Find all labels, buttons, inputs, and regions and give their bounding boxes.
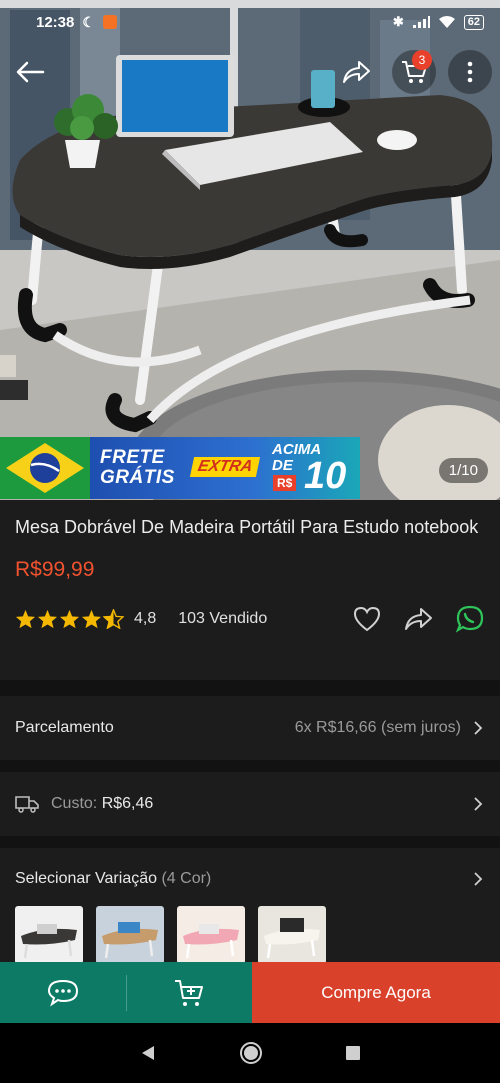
rating-stars xyxy=(15,609,124,629)
moon-icon: ☾ xyxy=(82,13,95,30)
heart-icon[interactable] xyxy=(353,606,381,632)
more-options-button[interactable] xyxy=(448,50,492,94)
status-bar: 12:38 ☾ ✱ 62 xyxy=(0,0,500,44)
shipping-label: Custo: xyxy=(51,795,98,812)
add-to-cart-icon xyxy=(175,979,204,1006)
star-icon xyxy=(15,609,36,629)
cart-button[interactable]: 3 xyxy=(392,50,436,94)
signal-icon xyxy=(412,16,430,28)
chevron-right-icon xyxy=(474,721,483,735)
star-icon xyxy=(37,609,58,629)
star-icon xyxy=(81,609,102,629)
installments-row[interactable]: Parcelamento 6x R$16,66 (sem juros) xyxy=(0,696,500,760)
variation-thumbnails xyxy=(15,906,485,964)
share-icon[interactable] xyxy=(403,606,433,632)
shipping-value: R$6,46 xyxy=(101,795,154,812)
star-icon xyxy=(59,609,80,629)
chevron-right-icon xyxy=(474,872,483,886)
installments-value: 6x R$16,66 (sem juros) xyxy=(294,719,461,736)
bottom-action-bar: Compre Agora xyxy=(0,962,500,1023)
variation-thumb-black[interactable] xyxy=(15,906,83,964)
chevron-right-icon xyxy=(474,797,483,811)
chat-icon xyxy=(47,979,78,1006)
nav-back-icon[interactable] xyxy=(139,1044,157,1062)
product-info: Mesa Dobrável De Madeira Portátil Para E… xyxy=(0,500,500,680)
share-icon xyxy=(343,61,370,83)
buy-now-button[interactable]: Compre Agora xyxy=(252,962,500,1023)
chat-button[interactable] xyxy=(0,962,126,1023)
notification-icon xyxy=(102,15,117,29)
variation-section: Selecionar Variação (4 Cor) xyxy=(0,848,500,964)
shipping-row[interactable]: Custo: R$6,46 xyxy=(0,772,500,836)
product-image-gallery[interactable]: 12:38 ☾ ✱ 62 3 FRETE GRÁTIS EXTRA ACIMA … xyxy=(0,0,500,500)
bluetooth-icon: ✱ xyxy=(392,14,404,29)
back-arrow-icon xyxy=(16,61,45,83)
sold-count: 103 Vendido xyxy=(178,610,268,627)
promo-frete-text: FRETE xyxy=(100,447,165,468)
promo-currency: R$ xyxy=(273,475,297,491)
installments-label: Parcelamento xyxy=(15,719,114,736)
truck-icon xyxy=(15,796,39,813)
nav-home-icon[interactable] xyxy=(239,1041,263,1065)
brazil-flag-icon xyxy=(0,437,90,499)
promo-extra-badge: EXTRA xyxy=(189,457,261,477)
free-shipping-banner: FRETE GRÁTIS EXTRA ACIMA DE R$ 10 xyxy=(0,437,360,499)
battery-indicator: 62 xyxy=(463,14,484,30)
share-button[interactable] xyxy=(334,50,378,94)
variation-header[interactable]: Selecionar Variação (4 Cor) xyxy=(15,870,485,888)
variation-thumb-pink[interactable] xyxy=(177,906,245,964)
variation-label: Selecionar Variação xyxy=(15,870,158,887)
image-counter: 1/10 xyxy=(438,458,488,483)
back-button[interactable] xyxy=(8,50,52,94)
promo-amount: 10 xyxy=(304,455,347,497)
cart-count-badge: 3 xyxy=(412,50,432,70)
promo-gratis-text: GRÁTIS xyxy=(100,467,175,488)
add-to-cart-button[interactable] xyxy=(127,962,253,1023)
wifi-icon xyxy=(438,16,455,28)
more-vertical-icon xyxy=(467,61,473,83)
whatsapp-icon[interactable] xyxy=(455,605,485,633)
nav-recents-icon[interactable] xyxy=(345,1045,361,1061)
variation-count: (4 Cor) xyxy=(161,870,212,887)
system-navigation-bar xyxy=(0,1023,500,1083)
variation-thumb-white[interactable] xyxy=(258,906,326,964)
variation-thumb-wood[interactable] xyxy=(96,906,164,964)
half-star-icon xyxy=(103,609,124,629)
product-price: R$99,99 xyxy=(15,558,95,581)
product-title: Mesa Dobrável De Madeira Portátil Para E… xyxy=(15,517,479,537)
status-time: 12:38 xyxy=(36,13,75,31)
rating-value: 4,8 xyxy=(134,610,157,627)
